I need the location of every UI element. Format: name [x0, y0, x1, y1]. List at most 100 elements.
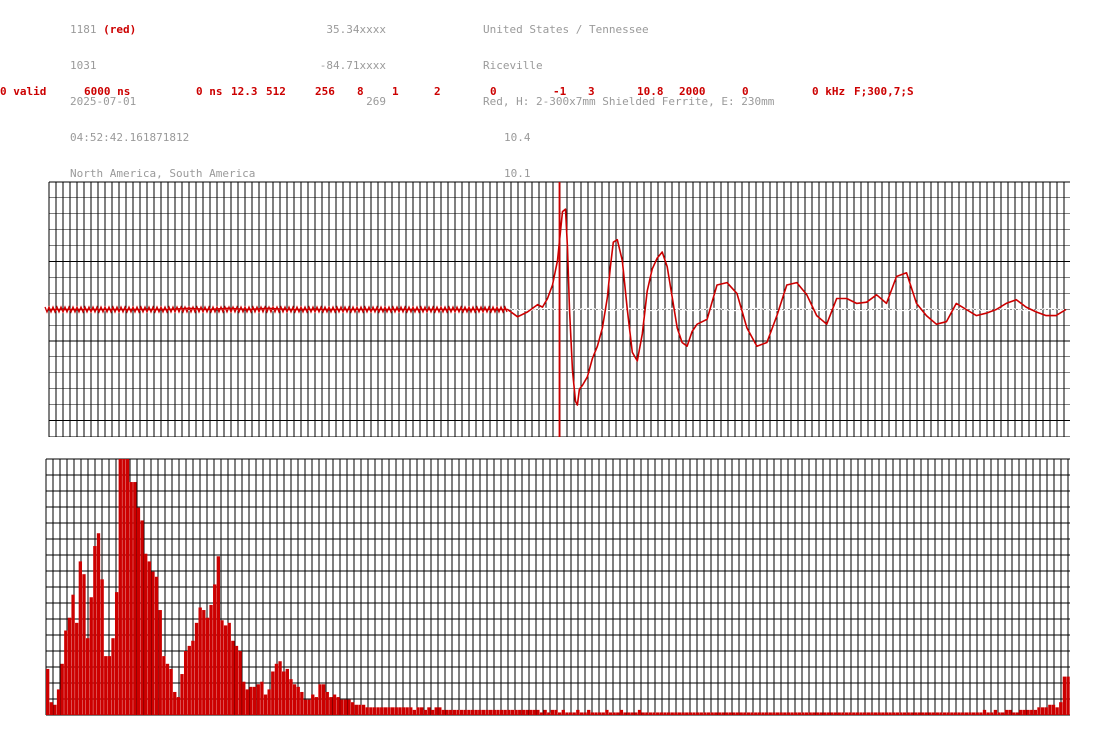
spectrum-bar — [263, 694, 268, 715]
spectrum-bar — [895, 712, 900, 715]
spectrum-bar — [238, 651, 242, 715]
spectrum-bar — [314, 697, 319, 715]
spectrum-bar — [449, 709, 453, 715]
spectrum-bar — [187, 645, 191, 715]
spectrum-bar — [470, 709, 475, 715]
spectrum-bar — [46, 668, 50, 715]
spectrum-bar — [877, 712, 881, 715]
spectrum-bar — [1033, 709, 1038, 715]
spectrum-bar — [656, 712, 660, 715]
spectrum-bar — [1004, 709, 1008, 715]
spectrum-bar — [104, 656, 108, 715]
spectrum-bar — [78, 561, 83, 715]
spectrum-bar — [790, 712, 794, 715]
spectrum-bar — [754, 712, 758, 715]
spectrum-bar — [735, 712, 740, 715]
spectrum-bar — [844, 712, 849, 715]
spectrum-bar — [467, 709, 471, 715]
spectrum-bar — [499, 709, 504, 715]
spectrum-bar — [961, 712, 965, 715]
spectrum-bar — [558, 712, 562, 715]
spectrum-bar — [913, 712, 918, 715]
spectrum-bar — [921, 712, 925, 715]
spectrum-bar — [924, 712, 929, 715]
spectrum-bar — [957, 712, 961, 715]
spectrum-bar — [183, 651, 188, 715]
spectrum-bar — [220, 620, 224, 715]
spectrum-bar — [950, 712, 954, 715]
spectrum-bar — [416, 707, 420, 715]
spectrum-bar — [939, 712, 943, 715]
spectrum-bar — [819, 712, 823, 715]
spectrum-bar — [129, 482, 133, 715]
spectrum-bar — [1062, 676, 1067, 715]
spectrum-bar — [953, 712, 958, 715]
spectrum-bar — [1051, 704, 1056, 715]
spectrum-bar — [49, 702, 53, 715]
spectrum-bar — [53, 704, 57, 715]
spectrum-bar — [365, 707, 369, 715]
spectrum-bar — [158, 610, 162, 715]
spectrum-bar — [612, 712, 616, 715]
spectrum-bar — [532, 709, 536, 715]
spectrum-bar — [873, 712, 878, 715]
spectrum-bar — [216, 556, 220, 715]
spectrum-bar — [267, 689, 271, 715]
spectrum-bar — [928, 712, 932, 715]
spectrum-bar — [866, 712, 870, 715]
spectrum-bar — [256, 684, 260, 715]
spectrum-bar — [906, 712, 910, 715]
spectrum-bar — [89, 597, 93, 715]
spectrum-bar — [692, 712, 696, 715]
spectrum-bar — [107, 656, 112, 715]
spectrum-bar — [223, 625, 228, 715]
spectrum-bar — [213, 584, 217, 715]
spectrum-bar — [830, 712, 834, 715]
spectrum-bar — [274, 663, 279, 715]
spectrum-bar — [445, 709, 449, 715]
spectrum-bar — [863, 712, 867, 715]
spectrum-bar — [387, 707, 391, 715]
spectrum-bar — [303, 699, 308, 715]
spectrum-bar — [271, 671, 275, 715]
spectrum-bar — [823, 712, 827, 715]
spectrum-bar — [492, 709, 496, 715]
spectrum-bar — [202, 610, 206, 715]
spectrum-bar — [699, 712, 703, 715]
spectrum-bar — [710, 712, 714, 715]
spectrum-bar — [209, 604, 213, 715]
spectrum-bar — [60, 663, 64, 715]
spectrum-bar — [725, 712, 729, 715]
spectrum-bar — [1066, 676, 1070, 715]
spectrum-bar — [666, 712, 671, 715]
spectrum-bar — [801, 712, 805, 715]
spectrum-bar — [942, 712, 947, 715]
spectrum-bar — [576, 709, 580, 715]
spectrum-bar — [637, 709, 642, 715]
spectrum-bar — [489, 709, 493, 715]
spectrum-bar — [423, 709, 427, 715]
spectrum-bar — [1055, 707, 1059, 715]
spectrum-bar — [151, 571, 155, 715]
spectrum-bar — [234, 645, 239, 715]
spectrum-bar — [430, 709, 435, 715]
spectrum-bar — [459, 709, 464, 715]
spectrum-bar — [64, 630, 68, 715]
spectrum-bar — [485, 709, 489, 715]
spectrum-bar — [1015, 712, 1019, 715]
spectrum-bar — [136, 507, 141, 715]
spectrum-bar — [351, 702, 355, 715]
spectrum-bar — [746, 712, 751, 715]
spectrum-bar — [859, 712, 863, 715]
spectrum-bar — [597, 712, 602, 715]
spectrum-bar — [670, 712, 674, 715]
spectrum-bar — [761, 712, 765, 715]
spectrum-bar — [892, 712, 896, 715]
spectrum-bar — [587, 709, 591, 715]
spectrum-bar — [993, 709, 998, 715]
spectrum-bar — [1059, 702, 1063, 715]
spectrum-bar — [452, 709, 457, 715]
spectrum-bar — [1026, 709, 1030, 715]
spectrum-bar — [394, 707, 398, 715]
spectrum-bar — [808, 712, 812, 715]
